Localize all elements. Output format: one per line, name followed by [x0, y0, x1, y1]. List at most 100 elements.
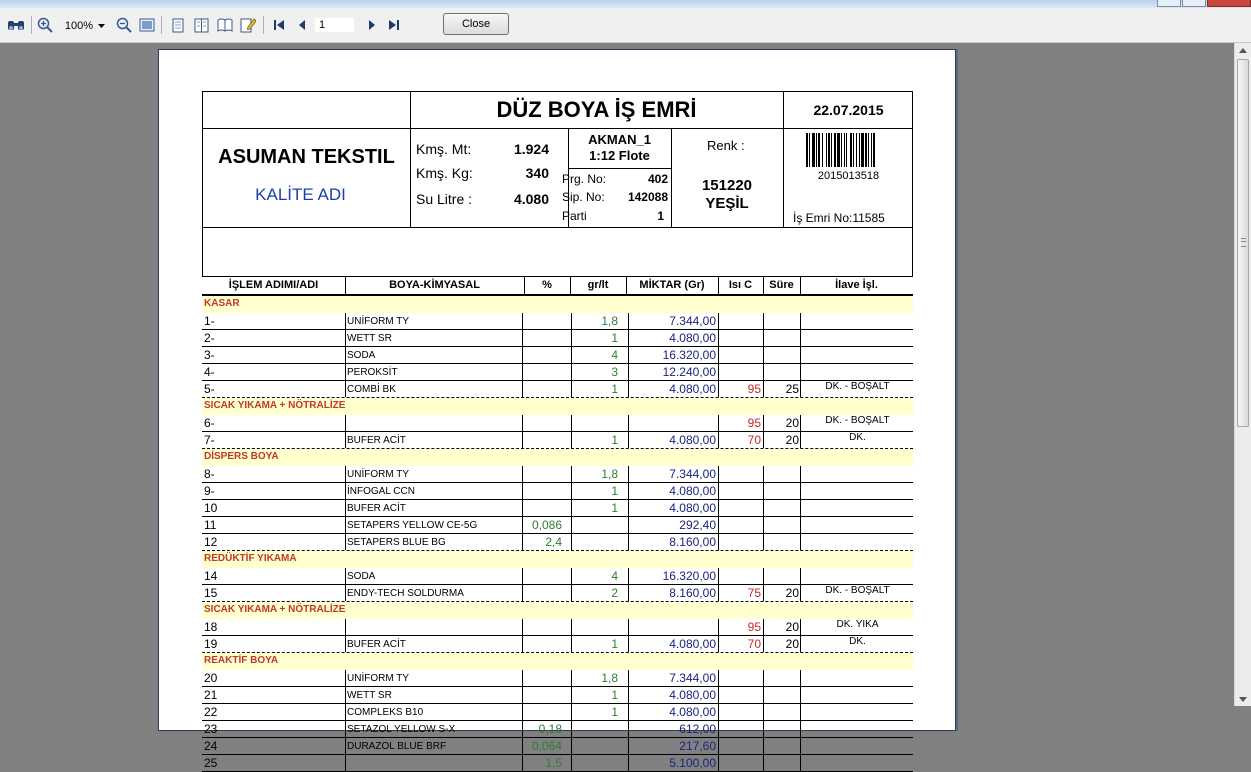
fit-page-icon[interactable] — [139, 17, 155, 33]
section-title: SICAK YIKAMA + NÖTRALİZE — [204, 400, 346, 411]
su-litre-label: Su Litre : — [416, 191, 473, 207]
amount-cell: 4.080,00 — [669, 382, 716, 396]
chemical-cell: BUFER ACİT — [347, 503, 406, 514]
table-row: 6- 95 20 DK. - BOŞALT — [202, 415, 913, 432]
toolbar-separator — [31, 16, 32, 34]
single-page-icon[interactable] — [170, 17, 186, 33]
chevron-down-icon — [98, 23, 105, 28]
multi-page-icon[interactable] — [193, 17, 209, 33]
book-icon[interactable] — [217, 17, 233, 33]
scroll-thumb[interactable] — [1237, 59, 1249, 427]
step-cell: 18 — [204, 620, 218, 634]
vertical-scrollbar[interactable] — [1234, 43, 1251, 706]
column-header: BOYA-KİMYASAL — [389, 279, 480, 291]
table-row: 19 BUFER ACİT 1 4.080,00 70 20 DK. — [202, 636, 913, 653]
step-cell: 3- — [204, 348, 215, 362]
last-page-icon[interactable] — [387, 17, 401, 33]
table-row: 1- UNİFORM TY 1,8 7.344,00 — [202, 313, 913, 330]
chemical-cell: COMPLEKS B10 — [347, 707, 424, 718]
extra-op-cell: DK. — [849, 432, 866, 443]
zoom-out-icon[interactable] — [116, 17, 132, 33]
step-cell: 25 — [204, 756, 218, 770]
step-cell: 7- — [204, 433, 215, 447]
column-header: Isı C — [728, 279, 753, 291]
step-cell: 19 — [204, 637, 218, 651]
grip-icon — [1241, 238, 1246, 247]
scroll-down-icon[interactable] — [1239, 697, 1247, 702]
duration-cell: 20 — [785, 416, 799, 430]
prg-value: 402 — [647, 172, 668, 186]
amount-cell: 7.344,00 — [669, 467, 716, 481]
grlt-cell: 1 — [611, 688, 618, 702]
duration-cell: 20 — [785, 433, 799, 447]
zoom-in-icon[interactable] — [37, 17, 53, 33]
table-row: 9- İNFOGAL CCN 1 4.080,00 — [202, 483, 913, 500]
step-cell: 1- — [204, 314, 215, 328]
temperature-cell: 95 — [747, 382, 761, 396]
next-page-icon[interactable] — [365, 17, 379, 33]
grlt-cell: 4 — [611, 348, 618, 362]
parti-label: Parti — [562, 209, 587, 223]
column-header: MİKTAR (Gr) — [639, 279, 705, 291]
grlt-cell: 1 — [611, 705, 618, 719]
table-row: 5- COMBİ BK 1 4.080,00 95 25 DK. - BOŞALT — [202, 381, 913, 398]
temperature-cell: 95 — [747, 620, 761, 634]
maximize-button[interactable] — [1182, 0, 1206, 7]
grlt-cell: 1 — [611, 501, 618, 515]
section-row: SICAK YIKAMA + NÖTRALİZE — [202, 398, 913, 415]
minimize-button[interactable] — [1157, 0, 1181, 7]
zoom-select[interactable]: 100% — [60, 18, 112, 33]
extra-op-cell: DK. — [849, 636, 866, 647]
amount-cell: 12.240,00 — [662, 365, 716, 379]
prev-page-icon[interactable] — [295, 17, 309, 33]
document-date: 22.07.2015 — [813, 102, 884, 118]
percent-cell: 0,064 — [531, 739, 562, 753]
chemical-cell: WETT SR — [347, 333, 392, 344]
percent-cell: 2,4 — [545, 535, 562, 549]
step-cell: 6- — [204, 416, 215, 430]
chemical-cell: UNİFORM TY — [347, 469, 410, 480]
binoculars-icon[interactable] — [7, 17, 25, 33]
chemical-cell: DURAZOL BLUE BRF — [347, 741, 447, 752]
table-row: 23 SETAZOL YELLOW S-X 0,18 612,00 — [202, 721, 913, 738]
section-title: REDÜKTİF YIKAMA — [204, 553, 297, 564]
parti-value: 1 — [657, 209, 664, 223]
scroll-up-icon[interactable] — [1239, 48, 1247, 53]
flote-ratio: 1:12 Flote — [589, 148, 650, 163]
step-cell: 14 — [204, 569, 218, 583]
section-row: DİSPERS BOYA — [202, 449, 913, 466]
step-cell: 20 — [204, 671, 218, 685]
window-close-button[interactable] — [1207, 0, 1251, 7]
amount-cell: 7.344,00 — [669, 314, 716, 328]
section-title: SICAK YIKAMA + NÖTRALİZE — [204, 604, 346, 615]
renk-name: YEŞİL — [705, 195, 749, 212]
window-controls — [1156, 0, 1251, 7]
grlt-cell: 1 — [611, 433, 618, 447]
toolbar-separator — [263, 16, 264, 34]
amount-cell: 292,40 — [679, 518, 716, 532]
amount-cell: 16.320,00 — [662, 569, 716, 583]
first-page-icon[interactable] — [272, 17, 286, 33]
grlt-cell: 1 — [611, 637, 618, 651]
edit-page-icon[interactable] — [240, 17, 256, 33]
document-title: DÜZ BOYA İŞ EMRİ — [496, 97, 697, 122]
temperature-cell: 70 — [747, 433, 761, 447]
kms-kg-label: Kmş. Kg: — [416, 165, 473, 181]
column-header: Süre — [769, 279, 794, 291]
table-row: 25 1,5 5.100,00 — [202, 755, 913, 772]
chemical-cell: İNFOGAL CCN — [347, 486, 415, 497]
grlt-cell: 3 — [611, 365, 618, 379]
chemical-cell: SETAPERS BLUE BG — [347, 537, 446, 548]
table-row: 14 SODA 4 16.320,00 — [202, 568, 913, 585]
step-cell: 21 — [204, 688, 218, 702]
renk-label: Renk : — [707, 138, 745, 153]
chemical-cell: ENDY-TECH SOLDURMA — [347, 588, 464, 599]
duration-cell: 20 — [785, 586, 799, 600]
page-number-input[interactable]: 1 — [314, 17, 355, 33]
chemical-cell: BUFER ACİT — [347, 639, 406, 650]
toolbar-separator — [161, 16, 162, 34]
close-button[interactable]: Close — [443, 13, 509, 35]
column-header: İŞLEM ADIMI/ADI — [228, 279, 319, 291]
table-row: 21 WETT SR 1 4.080,00 — [202, 687, 913, 704]
extra-op-cell: DK. - BOŞALT — [825, 585, 890, 596]
